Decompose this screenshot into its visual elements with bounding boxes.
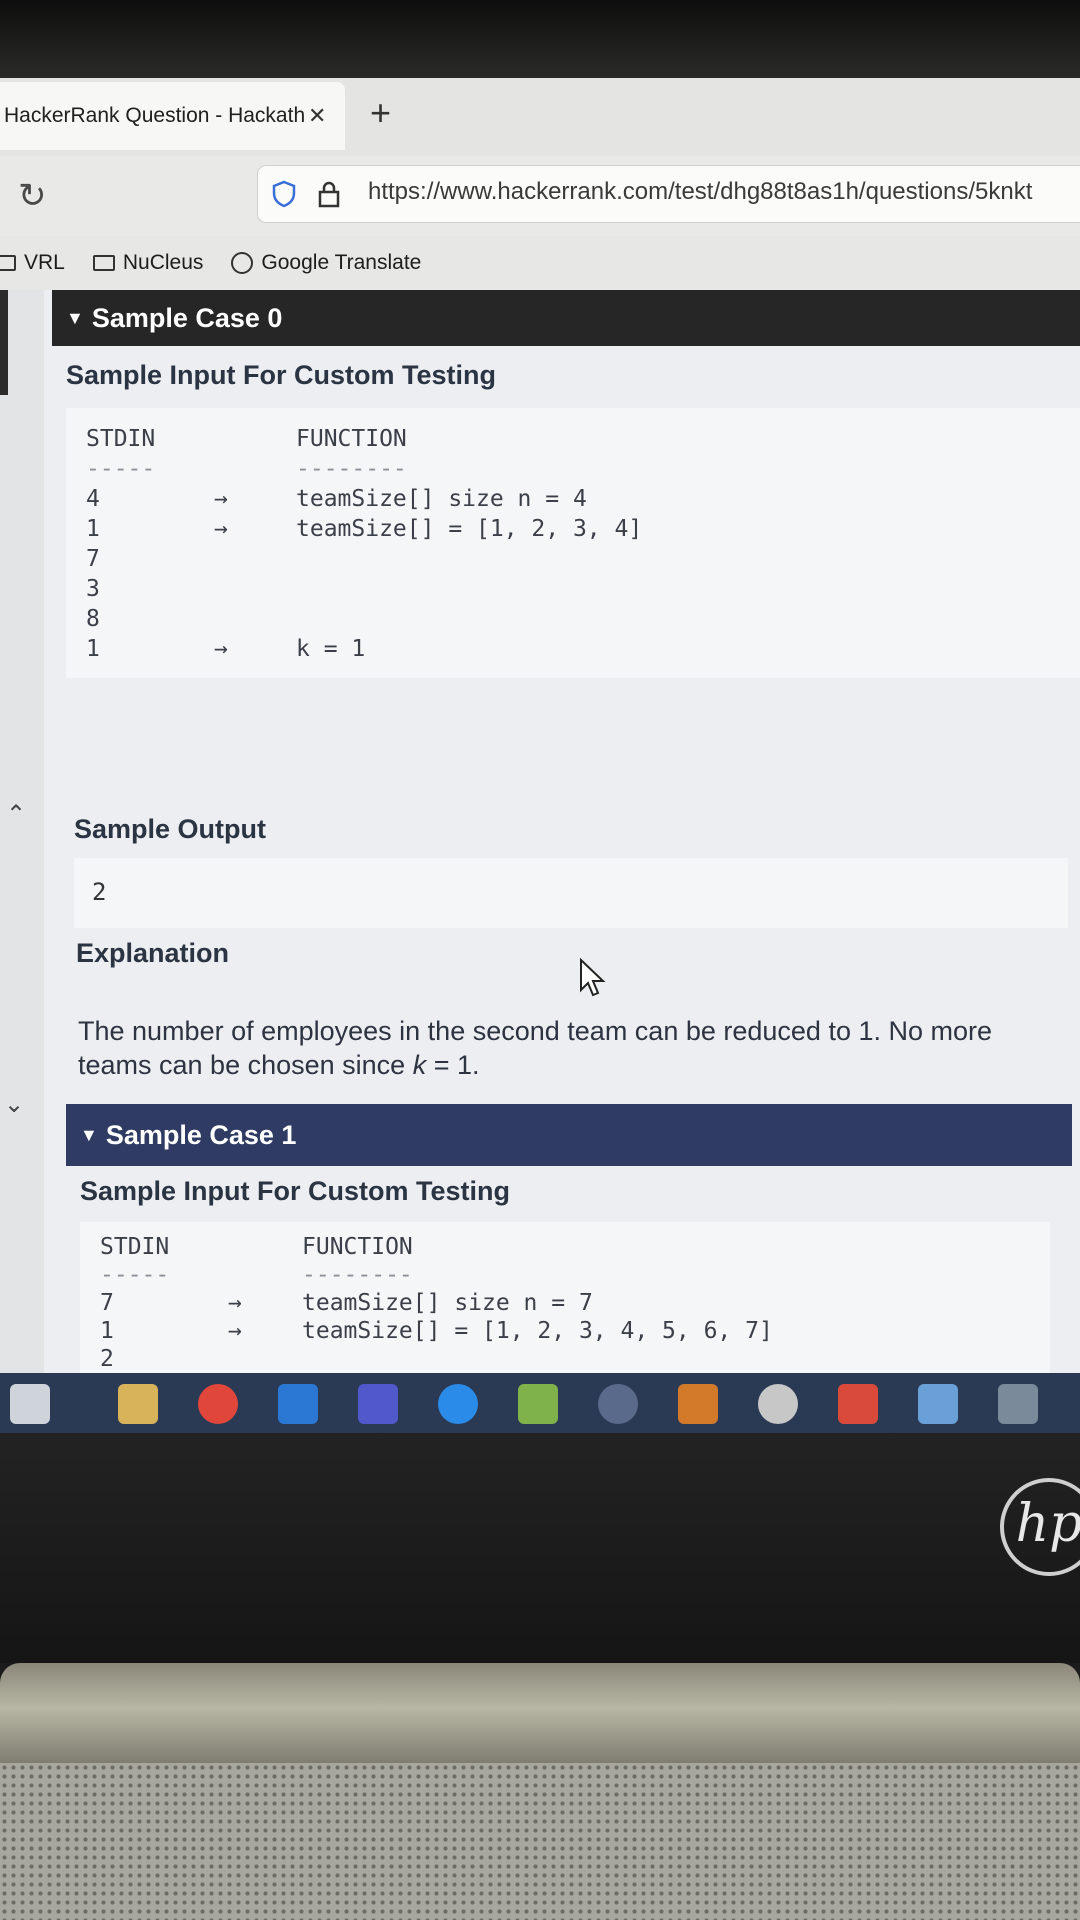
explanation-end: = 1.	[426, 1050, 480, 1080]
tab-bar: HackerRank Question - Hackath ✕ +	[0, 78, 1080, 156]
explanation-text: The number of employees in the second te…	[78, 1014, 1038, 1082]
function-value: k = 1	[296, 636, 366, 662]
edge-icon[interactable]	[438, 1384, 478, 1424]
arrow-icon: →	[214, 636, 228, 662]
sample-input-title: Sample Input For Custom Testing	[66, 360, 497, 390]
function-header: FUNCTION	[302, 1234, 413, 1260]
network-icon[interactable]	[918, 1384, 958, 1424]
stdin-value: 7	[100, 1290, 114, 1316]
stdin-value: 2	[100, 1346, 114, 1372]
shield-icon	[272, 180, 296, 208]
collapse-triangle-icon: ▼	[66, 307, 84, 328]
laptop-bezel-bottom	[0, 1433, 1080, 1663]
stdin-value: 8	[86, 606, 100, 632]
bookmark-label: Google Translate	[261, 251, 422, 274]
bookmark-vrl[interactable]: VRL	[0, 251, 65, 275]
bookmark-google-translate[interactable]: Google Translate	[231, 251, 421, 275]
problem-page: ⌃ ⌄ ▼ Sample Case 0 Sample Input For Cus…	[0, 290, 1080, 1373]
laptop-hinge	[0, 1663, 1080, 1763]
file-explorer-icon[interactable]	[118, 1384, 158, 1424]
chevron-down-icon[interactable]: ⌄	[4, 1090, 24, 1119]
terminal-icon[interactable]	[998, 1384, 1038, 1424]
folder-icon	[92, 255, 115, 271]
sample-output-value: 2	[92, 878, 107, 906]
bookmarks-bar: VRL NuCleus Google Translate	[0, 236, 1080, 290]
chrome-icon[interactable]	[198, 1384, 238, 1424]
left-panel-scroll	[0, 290, 8, 395]
explanation-title: Explanation	[76, 938, 230, 968]
sample-output-title: Sample Output	[74, 814, 267, 844]
left-panel-edge	[0, 290, 44, 1373]
explanation-body: The number of employees in the second te…	[78, 1016, 993, 1080]
sample-input-title: Sample Input For Custom Testing	[80, 1176, 511, 1206]
lock-icon	[318, 181, 340, 208]
function-value: teamSize[] size n = 7	[302, 1290, 593, 1316]
notepad-icon[interactable]	[518, 1384, 558, 1424]
sample-input-box: STDIN FUNCTION ----- -------- 4 → teamSi…	[66, 408, 1080, 678]
stdin-value: 3	[86, 576, 100, 602]
laptop-bezel-top	[0, 0, 1080, 78]
task-view-icon[interactable]	[10, 1384, 50, 1424]
function-value: teamSize[] = [1, 2, 3, 4, 5, 6, 7]	[302, 1318, 773, 1344]
function-divider: --------	[302, 1262, 413, 1288]
mouse-cursor-icon	[580, 958, 606, 997]
function-header: FUNCTION	[296, 426, 407, 452]
teams-icon[interactable]	[358, 1384, 398, 1424]
stdin-divider: -----	[100, 1262, 170, 1288]
stdin-value: 1	[86, 516, 100, 542]
function-value: teamSize[] size n = 4	[296, 486, 587, 512]
outlook-icon[interactable]	[278, 1384, 318, 1424]
ue-icon[interactable]	[598, 1384, 638, 1424]
media-icon[interactable]	[838, 1384, 878, 1424]
browser-icon[interactable]	[758, 1384, 798, 1424]
folder-icon	[0, 255, 16, 271]
globe-icon	[231, 252, 254, 274]
arrow-icon: →	[228, 1290, 242, 1316]
new-tab-button[interactable]: +	[370, 92, 391, 134]
app-icon[interactable]	[678, 1384, 718, 1424]
stdin-value: 7	[86, 546, 100, 572]
screen: HackerRank Question - Hackath ✕ + ↻ http…	[0, 78, 1080, 1433]
stdin-value: 1	[100, 1318, 114, 1344]
bookmark-label: VRL	[24, 251, 65, 274]
close-icon[interactable]: ✕	[308, 103, 326, 129]
arrow-icon: →	[214, 516, 228, 542]
sample-output-box: 2	[74, 858, 1068, 928]
laptop-keyboard-deck	[0, 1763, 1080, 1920]
tab-title: HackerRank Question - Hackath	[4, 104, 304, 127]
bookmark-label: NuCleus	[122, 251, 204, 274]
bookmark-nucleus[interactable]: NuCleus	[92, 251, 204, 275]
url-text[interactable]: https://www.hackerrank.com/test/dhg88t8a…	[368, 178, 1032, 206]
arrow-icon: →	[214, 486, 228, 512]
sample-case-1-header[interactable]: ▼ Sample Case 1	[66, 1104, 1072, 1166]
sample-case-0-header[interactable]: ▼ Sample Case 0	[52, 290, 1080, 346]
stdin-header: STDIN	[100, 1234, 170, 1260]
tab-hackerrank[interactable]: HackerRank Question - Hackath ✕	[0, 82, 345, 150]
stdin-value: 1	[86, 636, 100, 662]
sample-case-title: Sample Case 0	[91, 302, 283, 333]
stdin-value: 4	[86, 486, 100, 512]
arrow-icon: →	[228, 1318, 242, 1344]
collapse-triangle-icon: ▼	[80, 1124, 98, 1145]
stdin-divider: -----	[86, 456, 156, 482]
function-value: teamSize[] = [1, 2, 3, 4]	[296, 516, 643, 542]
reload-icon[interactable]: ↻	[18, 176, 47, 216]
sample-case-title: Sample Case 1	[105, 1119, 297, 1150]
explanation-variable: k	[412, 1050, 427, 1080]
chevron-up-icon[interactable]: ⌃	[6, 800, 26, 829]
stdin-header: STDIN	[86, 426, 156, 452]
function-divider: --------	[296, 456, 407, 482]
sample-input-box: STDIN FUNCTION ----- -------- 7 → teamSi…	[80, 1222, 1050, 1373]
